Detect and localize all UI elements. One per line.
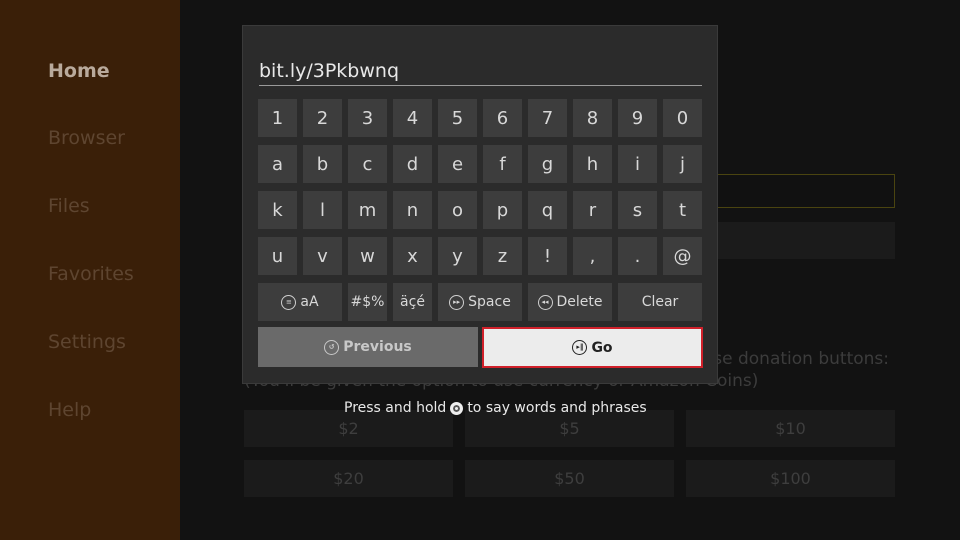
key[interactable]: 4: [393, 99, 432, 137]
key[interactable]: w: [348, 237, 387, 275]
key[interactable]: s: [618, 191, 657, 229]
key[interactable]: !: [528, 237, 567, 275]
delete-key[interactable]: ◂◂ Delete: [528, 283, 612, 321]
key[interactable]: r: [573, 191, 612, 229]
donation-button[interactable]: $100: [686, 460, 895, 497]
key[interactable]: b: [303, 145, 342, 183]
key[interactable]: 8: [573, 99, 612, 137]
key[interactable]: y: [438, 237, 477, 275]
menu-icon: ≡: [281, 294, 297, 310]
key[interactable]: m: [348, 191, 387, 229]
go-button[interactable]: ▸‖ Go: [482, 327, 703, 368]
donation-button[interactable]: $50: [465, 460, 674, 497]
key[interactable]: 6: [483, 99, 522, 137]
key[interactable]: z: [483, 237, 522, 275]
sidebar-item-favorites[interactable]: Favorites: [48, 263, 134, 285]
key[interactable]: 2: [303, 99, 342, 137]
key[interactable]: n: [393, 191, 432, 229]
sidebar-item-home[interactable]: Home: [48, 60, 110, 82]
key[interactable]: @: [663, 237, 702, 275]
space-key[interactable]: ▸▸ Space: [438, 283, 522, 321]
key[interactable]: p: [483, 191, 522, 229]
accents-key[interactable]: äçé: [393, 283, 432, 321]
donation-button[interactable]: $20: [244, 460, 453, 497]
key[interactable]: i: [618, 145, 657, 183]
key[interactable]: h: [573, 145, 612, 183]
clear-key[interactable]: Clear: [618, 283, 702, 321]
url-input[interactable]: bit.ly/3Pkbwnq: [259, 60, 702, 86]
rewind-icon: ◂◂: [537, 294, 553, 310]
key[interactable]: 1: [258, 99, 297, 137]
fast-forward-icon: ▸▸: [449, 294, 465, 310]
voice-hint: Press and hold to say words and phrases: [344, 400, 647, 416]
key[interactable]: a: [258, 145, 297, 183]
key[interactable]: 9: [618, 99, 657, 137]
key[interactable]: l: [303, 191, 342, 229]
play-pause-icon: ▸‖: [572, 340, 588, 355]
key[interactable]: v: [303, 237, 342, 275]
key[interactable]: 7: [528, 99, 567, 137]
sidebar-item-help[interactable]: Help: [48, 399, 91, 421]
key[interactable]: .: [618, 237, 657, 275]
sidebar: Home Browser Files Favorites Settings He…: [0, 0, 180, 540]
key[interactable]: x: [393, 237, 432, 275]
key[interactable]: e: [438, 145, 477, 183]
key[interactable]: 5: [438, 99, 477, 137]
keyboard-dialog: bit.ly/3Pkbwnq 1234567890 abcdefghij klmno…: [242, 25, 718, 384]
microphone-button-icon: [450, 401, 464, 415]
key[interactable]: q: [528, 191, 567, 229]
key[interactable]: 0: [663, 99, 702, 137]
case-toggle-key[interactable]: ≡ aA: [258, 283, 342, 321]
sidebar-item-settings[interactable]: Settings: [48, 331, 126, 353]
key[interactable]: o: [438, 191, 477, 229]
key[interactable]: c: [348, 145, 387, 183]
key[interactable]: ,: [573, 237, 612, 275]
key[interactable]: 3: [348, 99, 387, 137]
sidebar-item-files[interactable]: Files: [48, 195, 90, 217]
donation-button[interactable]: $10: [686, 410, 895, 447]
symbols-key[interactable]: #$%: [348, 283, 387, 321]
key[interactable]: j: [663, 145, 702, 183]
key[interactable]: d: [393, 145, 432, 183]
sidebar-item-browser[interactable]: Browser: [48, 127, 125, 149]
back-icon: ↺: [324, 339, 340, 355]
previous-button[interactable]: ↺ Previous: [258, 327, 478, 367]
key[interactable]: f: [483, 145, 522, 183]
key[interactable]: u: [258, 237, 297, 275]
key[interactable]: g: [528, 145, 567, 183]
key[interactable]: t: [663, 191, 702, 229]
key[interactable]: k: [258, 191, 297, 229]
